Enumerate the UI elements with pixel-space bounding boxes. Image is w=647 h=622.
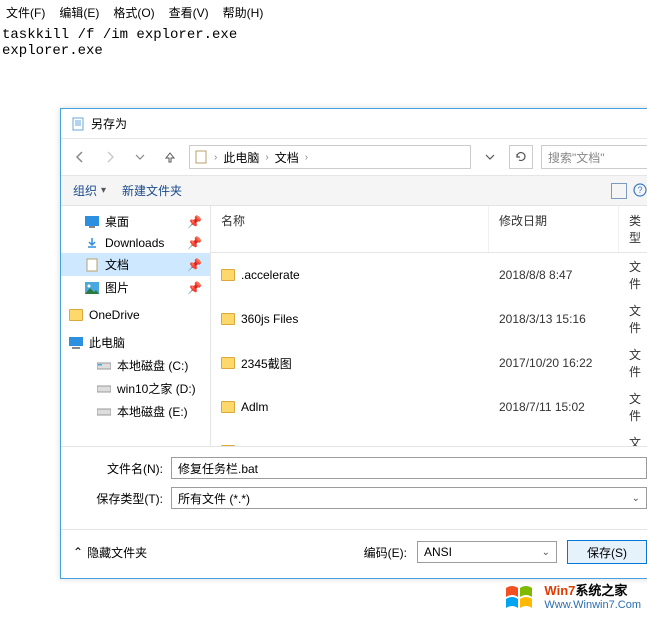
titlebar: 另存为 bbox=[61, 109, 647, 139]
menu-format[interactable]: 格式(O) bbox=[113, 4, 154, 21]
pin-icon: 📌 bbox=[187, 236, 202, 250]
breadcrumb-thispc[interactable]: 此电脑 bbox=[223, 149, 259, 166]
notepad-content[interactable]: taskkill /f /im explorer.exe explorer.ex… bbox=[0, 25, 647, 61]
encoding-label: 编码(E): bbox=[364, 544, 407, 561]
recent-dropdown[interactable] bbox=[129, 146, 151, 168]
documents-icon bbox=[85, 258, 99, 272]
sidebar-item-thispc[interactable]: 此电脑 bbox=[61, 331, 210, 354]
drive-icon bbox=[97, 405, 111, 419]
folder-icon bbox=[221, 401, 235, 413]
desktop-icon bbox=[85, 215, 99, 229]
breadcrumb-doc-icon bbox=[194, 150, 208, 164]
chevron-down-icon: ⌄ bbox=[542, 547, 550, 558]
breadcrumb-dropdown[interactable] bbox=[479, 146, 501, 168]
windows-logo-icon bbox=[502, 580, 538, 616]
save-as-dialog: 另存为 › 此电脑 › 文档 › 搜索"文档" 组织▾ 新建文件夹 ? 桌面📌 … bbox=[60, 108, 647, 579]
pin-icon: 📌 bbox=[187, 215, 202, 229]
view-mode-button[interactable] bbox=[611, 183, 627, 199]
col-name[interactable]: 名称 bbox=[211, 206, 489, 252]
forward-button[interactable] bbox=[99, 146, 121, 168]
folder-icon bbox=[221, 445, 235, 446]
table-row[interactable]: Adlm2018/7/11 15:02文件 bbox=[211, 385, 647, 429]
onedrive-icon bbox=[69, 308, 83, 322]
table-row[interactable]: .accelerate2018/8/8 8:47文件 bbox=[211, 253, 647, 297]
breadcrumb[interactable]: › 此电脑 › 文档 › bbox=[189, 145, 471, 169]
svg-text:?: ? bbox=[637, 185, 642, 195]
col-type[interactable]: 类型 bbox=[619, 206, 647, 252]
search-input[interactable]: 搜索"文档" bbox=[541, 145, 647, 169]
column-headers[interactable]: 名称 修改日期 类型 bbox=[211, 206, 647, 253]
sidebar-item-downloads[interactable]: Downloads📌 bbox=[61, 233, 210, 253]
folder-icon bbox=[221, 269, 235, 281]
chevron-down-icon: ⌄ bbox=[632, 493, 640, 504]
pin-icon: 📌 bbox=[187, 258, 202, 272]
encoding-combo[interactable]: ANSI⌄ bbox=[417, 541, 557, 563]
form-area: 文件名(N): 修复任务栏.bat 保存类型(T): 所有文件 (*.*)⌄ bbox=[61, 446, 647, 529]
breadcrumb-documents[interactable]: 文档 bbox=[275, 149, 299, 166]
notepad-menu: 文件(F) 编辑(E) 格式(O) 查看(V) 帮助(H) bbox=[0, 0, 647, 25]
toolbar: 组织▾ 新建文件夹 ? bbox=[61, 176, 647, 206]
chevron-right-icon: › bbox=[214, 152, 217, 163]
refresh-button[interactable] bbox=[509, 145, 533, 169]
thispc-icon bbox=[69, 336, 83, 350]
sidebar-item-drive-c[interactable]: 本地磁盘 (C:) bbox=[61, 354, 210, 377]
filename-input[interactable]: 修复任务栏.bat bbox=[171, 457, 647, 479]
sidebar-item-drive-x[interactable]: 本地磁盘 (E:) bbox=[61, 400, 210, 423]
file-list: 名称 修改日期 类型 .accelerate2018/8/8 8:47文件360… bbox=[211, 206, 647, 446]
newfolder-button[interactable]: 新建文件夹 bbox=[122, 182, 182, 199]
chevron-right-icon: › bbox=[265, 152, 268, 163]
menu-edit[interactable]: 编辑(E) bbox=[59, 4, 99, 21]
organize-button[interactable]: 组织▾ bbox=[73, 182, 106, 199]
up-button[interactable] bbox=[159, 146, 181, 168]
dialog-title: 另存为 bbox=[91, 115, 127, 132]
filetype-label: 保存类型(T): bbox=[73, 490, 163, 507]
menu-file[interactable]: 文件(F) bbox=[6, 4, 45, 21]
pictures-icon bbox=[85, 281, 99, 295]
table-row[interactable]: CADReader2018/7/11 17:12文件 bbox=[211, 429, 647, 446]
folder-icon bbox=[221, 357, 235, 369]
navbar: › 此电脑 › 文档 › 搜索"文档" bbox=[61, 139, 647, 176]
downloads-icon bbox=[85, 236, 99, 250]
folder-icon bbox=[221, 313, 235, 325]
sidebar-item-pictures[interactable]: 图片📌 bbox=[61, 276, 210, 299]
table-row[interactable]: 360js Files2018/3/13 15:16文件 bbox=[211, 297, 647, 341]
filetype-combo[interactable]: 所有文件 (*.*)⌄ bbox=[171, 487, 647, 509]
menu-help[interactable]: 帮助(H) bbox=[223, 4, 264, 21]
bottom-bar: ⌃隐藏文件夹 编码(E): ANSI⌄ 保存(S) bbox=[61, 529, 647, 578]
watermark: Win7系统之家 Www.Winwin7.Com bbox=[502, 580, 641, 616]
menu-view[interactable]: 查看(V) bbox=[169, 4, 209, 21]
sidebar-item-onedrive[interactable]: OneDrive bbox=[61, 305, 210, 325]
chevron-right-icon: › bbox=[305, 152, 308, 163]
drive-icon bbox=[97, 359, 111, 373]
chevron-up-icon: ⌃ bbox=[73, 545, 83, 559]
col-date[interactable]: 修改日期 bbox=[489, 206, 619, 252]
hide-folders-toggle[interactable]: ⌃隐藏文件夹 bbox=[73, 544, 147, 561]
sidebar-item-drive-d[interactable]: win10之家 (D:) bbox=[61, 377, 210, 400]
filename-label: 文件名(N): bbox=[73, 460, 163, 477]
dialog-icon bbox=[71, 117, 85, 131]
back-button[interactable] bbox=[69, 146, 91, 168]
pin-icon: 📌 bbox=[187, 281, 202, 295]
help-icon[interactable]: ? bbox=[633, 183, 647, 197]
chevron-down-icon: ▾ bbox=[101, 185, 106, 196]
sidebar-item-documents[interactable]: 文档📌 bbox=[61, 253, 210, 276]
save-button[interactable]: 保存(S) bbox=[567, 540, 647, 564]
sidebar-item-desktop[interactable]: 桌面📌 bbox=[61, 210, 210, 233]
drive-icon bbox=[97, 382, 111, 396]
sidebar: 桌面📌 Downloads📌 文档📌 图片📌 OneDrive 此电脑 本地磁盘… bbox=[61, 206, 211, 446]
table-row[interactable]: 2345截图2017/10/20 16:22文件 bbox=[211, 341, 647, 385]
